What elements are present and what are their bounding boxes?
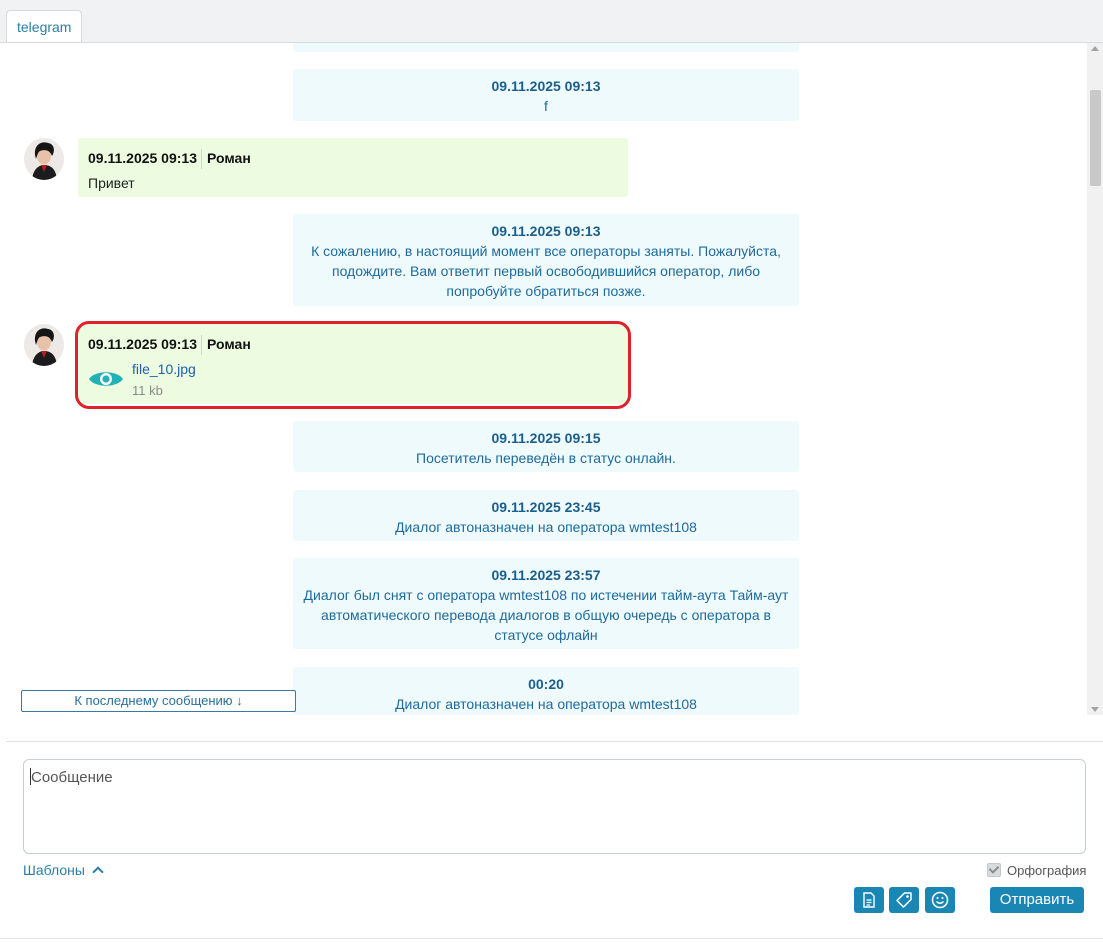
message-text: f [544,98,548,114]
chat-scrollbar[interactable] [1087,43,1103,715]
tab-telegram[interactable]: telegram [6,10,83,42]
avatar [24,324,64,366]
system-message: 09.11.2025 23:45 Диалог автоназначен на … [293,490,799,541]
templates-toggle[interactable]: Шаблоны [23,862,104,878]
message-text: Посетитель переведён в статус онлайн. [416,450,676,466]
chat-history[interactable]: 09.11.2025 09:13 f 09.11.2025 09:13 Роман… [0,43,1086,715]
spellcheck-checkbox[interactable] [987,863,1001,877]
composer-divider [6,741,1103,742]
scroll-thumb[interactable] [1090,90,1101,186]
bottom-border [0,938,1103,939]
attach-document-button[interactable] [854,887,884,913]
message-text: К сожалению, в настоящий момент все опер… [311,243,781,299]
header-divider [201,335,202,356]
header-divider [201,149,202,170]
message-time: 09.11.2025 09:13 [88,336,197,352]
scroll-up-arrow-icon[interactable] [1091,46,1099,51]
visitor-file-message: 09.11.2025 09:13 Роман file_10.jpg 11 kb [78,324,628,404]
templates-label: Шаблоны [23,862,85,878]
message-placeholder: Сообщение [31,769,113,786]
message-author: Роман [207,336,251,352]
tag-button[interactable] [889,887,919,913]
spellcheck-toggle[interactable]: Орфография [987,863,1086,878]
message-time: 09.11.2025 09:13 [88,150,197,166]
system-message: 09.11.2025 09:15 Посетитель переведён в … [293,421,799,472]
scroll-down-arrow-icon[interactable] [1091,707,1099,712]
message-header: 09.11.2025 09:13 Роман [88,149,251,170]
system-message: 00:20 Диалог автоназначен на оператора w… [293,667,799,715]
message-input[interactable]: Сообщение [23,759,1086,854]
system-message: 09.11.2025 23:57 Диалог был снят с опера… [293,558,799,649]
spellcheck-label: Орфография [1007,863,1087,878]
message-text: Привет [88,175,135,191]
message-author: Роман [207,150,251,166]
message-time: 09.11.2025 09:13 [491,78,601,94]
document-icon [863,892,875,908]
message-time: 09.11.2025 09:13 [491,223,601,239]
message-time: 00:20 [528,676,564,692]
eye-icon[interactable] [88,368,124,393]
message-text: Диалог был снят с оператора wmtest108 по… [303,587,789,643]
system-message-clipped [293,43,799,52]
system-message: 09.11.2025 09:13 К сожалению, в настоящи… [293,214,799,306]
message-header: 09.11.2025 09:13 Роман [88,335,251,356]
visitor-message: 09.11.2025 09:13 Роман Привет [78,138,628,197]
message-time: 09.11.2025 23:45 [491,499,601,515]
avatar [24,138,64,180]
system-message: 09.11.2025 09:13 f [293,69,799,121]
tab-bar: telegram [0,0,1103,43]
jump-to-last-button[interactable]: К последнему сообщению ↓ [21,690,296,712]
file-link[interactable]: file_10.jpg [132,361,196,377]
chevron-up-icon [92,866,104,878]
message-time: 09.11.2025 23:57 [491,567,601,583]
send-button[interactable]: Отправить [990,887,1084,913]
message-text: Диалог автоназначен на оператора wmtest1… [395,696,697,712]
smile-icon [931,891,949,909]
message-time: 09.11.2025 09:15 [491,430,601,446]
emoji-button[interactable] [925,887,955,913]
tag-icon [896,892,912,908]
file-size: 11 kb [132,383,163,398]
message-text: Диалог автоназначен на оператора wmtest1… [395,519,697,535]
